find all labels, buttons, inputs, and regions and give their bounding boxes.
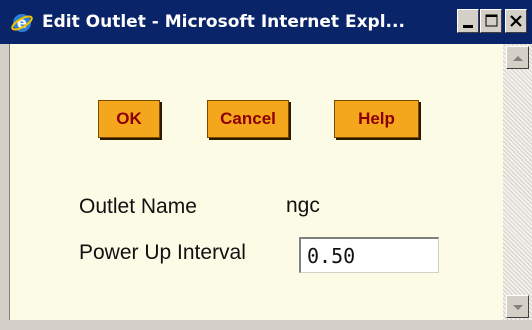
minimize-icon [463,25,473,28]
cancel-button[interactable]: Cancel [207,100,289,138]
page-content: OK Cancel Help Outlet Name ngc Power Up … [11,44,503,320]
close-icon [510,15,522,27]
power-up-interval-label: Power Up Interval [79,241,246,264]
scroll-down-icon [513,305,523,310]
window-frame-bottom [0,320,532,330]
power-up-interval-field[interactable] [299,237,439,273]
scroll-up-icon [513,56,523,61]
maximize-button[interactable] [480,9,502,33]
internet-explorer-icon: e [11,12,33,34]
maximize-icon [485,14,498,27]
vertical-scrollbar[interactable] [503,44,532,320]
outlet-name-label: Outlet Name [79,195,197,218]
browser-popup-window: e Edit Outlet - Microsoft Internet Expl.… [0,0,532,330]
title-bar[interactable]: e Edit Outlet - Microsoft Internet Expl.… [0,0,532,44]
outlet-name-value: ngc [286,194,320,217]
help-button[interactable]: Help [334,100,419,138]
window-frame-left [0,44,10,330]
ok-button[interactable]: OK [98,100,160,138]
scroll-up-button[interactable] [506,46,529,69]
minimize-button[interactable] [457,9,479,33]
window-title: Edit Outlet - Microsoft Internet Expl... [42,12,405,32]
close-button[interactable] [505,9,527,33]
scroll-down-button[interactable] [506,295,529,318]
